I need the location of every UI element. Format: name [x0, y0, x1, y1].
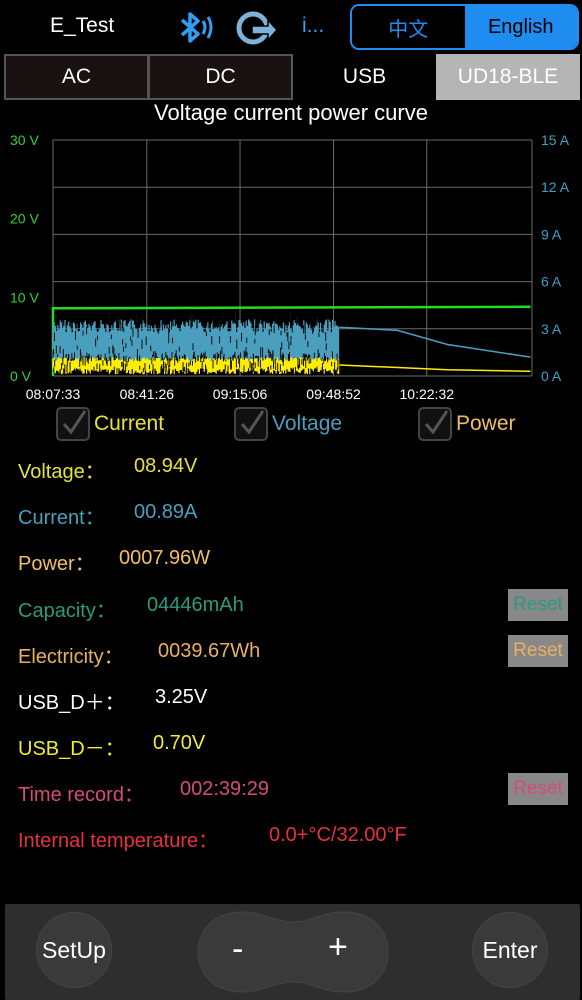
electricity-reset-button[interactable]: Reset [508, 635, 568, 667]
plus-button[interactable]: + [328, 928, 348, 967]
language-toggle[interactable]: 中文 English [350, 4, 579, 50]
app-title: E_Test [50, 14, 115, 37]
voltage-current-power-chart: 30 V 20 V 10 V 0 V 15 A 12 A 9 A 6 A 3 A 0 A 08:07… [10, 132, 570, 402]
enter-button[interactable]: Enter [472, 912, 548, 988]
legend-voltage[interactable]: Voltage [234, 404, 342, 444]
tab-usb[interactable]: USB [293, 54, 436, 100]
tab-dc[interactable]: DC [148, 54, 293, 100]
time-record-reading: Time record： 002:39:29 [18, 778, 269, 807]
usb-dm-value: 0.70V [153, 732, 206, 754]
y-right-tick-label: 12 A [541, 179, 570, 195]
tab-ac[interactable]: AC [4, 54, 149, 100]
legend-power[interactable]: Power [418, 404, 516, 444]
legend-label-voltage: Voltage [272, 412, 343, 435]
capacity-reading: Capacity： 04446mAh [18, 594, 244, 623]
current-reading: Current： 00.89A [18, 501, 197, 530]
usb-dm-reading: USB_D－： 0.70V [18, 732, 205, 761]
temperature-label: Internal temperature： [18, 830, 219, 852]
legend-label-power: Power [456, 412, 516, 435]
current-line [339, 326, 531, 358]
lang-chinese-button[interactable]: 中文 [352, 6, 465, 48]
y-left-tick-label: 30 V [10, 132, 39, 148]
y-right-tick-label: 6 A [541, 274, 562, 290]
voltage-value: 08.94V [134, 455, 198, 477]
power-line [339, 364, 531, 373]
time-record-label: Time record： [18, 784, 144, 806]
y-left-tick-label: 0 V [10, 368, 32, 384]
voltage-checkbox[interactable] [234, 407, 268, 441]
usb-dp-reading: USB_D＋： 3.25V [18, 686, 207, 715]
capacity-label: Capacity： [18, 600, 116, 622]
mode-tabs: AC DC USB UD18-BLE [4, 54, 580, 100]
legend-current[interactable]: Current [56, 404, 164, 444]
sync-icon[interactable] [232, 6, 278, 50]
power-label: Power： [18, 553, 95, 575]
y-left-tick-label: 20 V [10, 211, 39, 227]
top-bar: E_Test i... 中文 English [0, 0, 582, 54]
setup-button[interactable]: SetUp [36, 912, 112, 988]
electricity-reading: Electricity： 0039.67Wh [18, 640, 260, 669]
usb-dm-label: USB_D－： [18, 738, 125, 760]
power-reading: Power： 0007.96W [18, 547, 210, 576]
power-checkbox[interactable] [418, 407, 452, 441]
voltage-label: Voltage： [18, 461, 105, 483]
checkmark-icon [424, 410, 449, 435]
time-record-value: 002:39:29 [180, 778, 269, 800]
x-tick-label: 08:07:33 [26, 386, 81, 402]
bluetooth-icon[interactable] [172, 6, 216, 50]
checkmark-icon [240, 410, 265, 435]
y-right-tick-label: 0 A [541, 368, 562, 384]
temperature-value: 0.0+°C/32.00°F [269, 824, 407, 846]
plus-minus-pad [197, 911, 389, 993]
current-label: Current： [18, 507, 105, 529]
y-right-tick-label: 15 A [541, 132, 570, 148]
tab-ud18-ble[interactable]: UD18-BLE [436, 54, 580, 100]
x-tick-label: 08:41:26 [120, 386, 175, 402]
y-right-tick-label: 3 A [541, 321, 562, 337]
checkmark-icon [62, 410, 87, 435]
x-tick-label: 09:48:52 [306, 386, 361, 402]
x-tick-label: 10:22:32 [400, 386, 455, 402]
current-checkbox[interactable] [56, 407, 90, 441]
usb-dp-label: USB_D＋： [18, 692, 125, 714]
y-left-tick-label: 10 V [10, 289, 39, 305]
device-info[interactable]: i... [302, 14, 324, 38]
capacity-value: 04446mAh [147, 594, 244, 616]
usb-dp-value: 3.25V [155, 686, 208, 708]
voltage-reading: Voltage： 08.94V [18, 455, 197, 484]
time-reset-button[interactable]: Reset [508, 773, 568, 805]
power-value: 0007.96W [119, 547, 211, 569]
capacity-reset-button[interactable]: Reset [508, 589, 568, 621]
electricity-label: Electricity： [18, 646, 124, 668]
electricity-value: 0039.67Wh [158, 640, 261, 662]
legend-label-current: Current [94, 412, 165, 435]
y-right-tick-label: 9 A [541, 226, 562, 242]
chart-title: Voltage current power curve [154, 100, 428, 125]
current-value: 00.89A [134, 501, 198, 523]
x-tick-label: 09:15:06 [213, 386, 268, 402]
lang-english-button[interactable]: English [464, 6, 577, 48]
minus-button[interactable]: - [232, 930, 243, 969]
temperature-reading: Internal temperature： 0.0+°C/32.00°F [18, 824, 407, 853]
